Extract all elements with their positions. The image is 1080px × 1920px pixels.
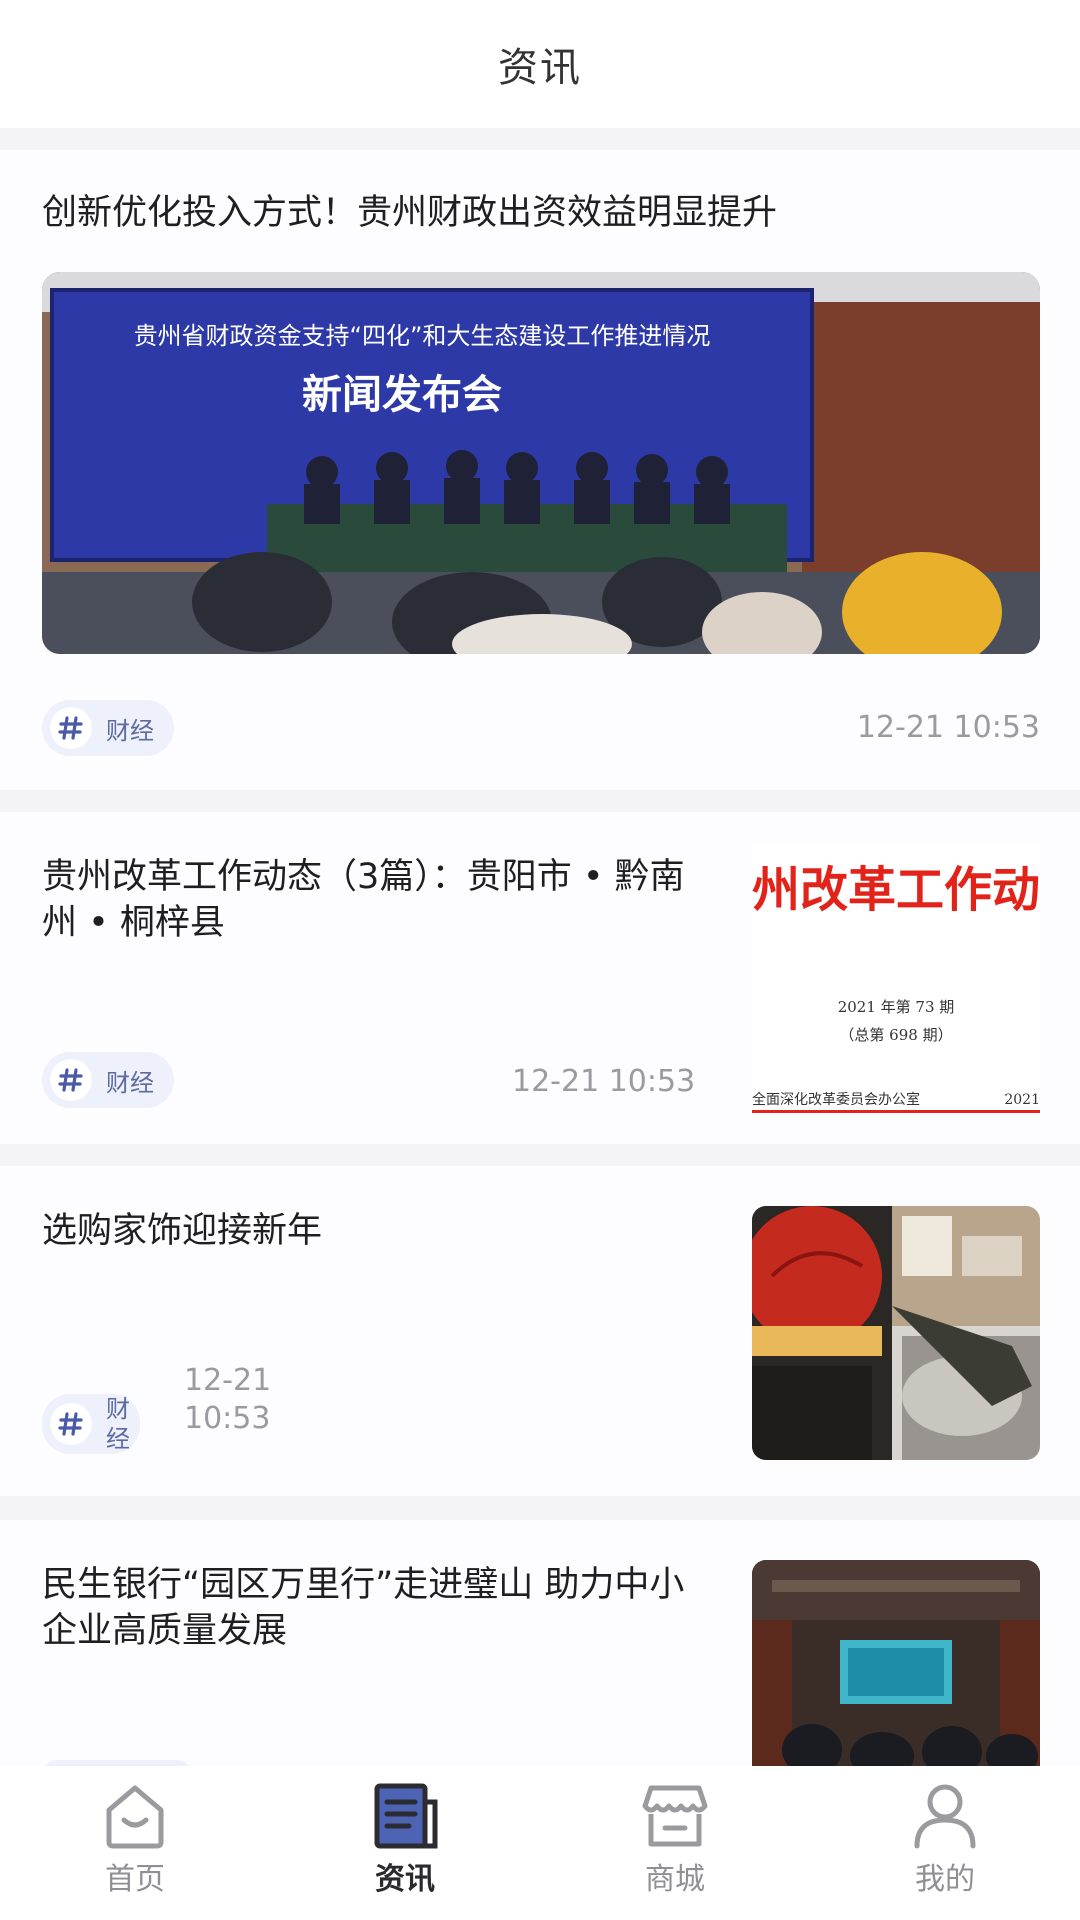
- store-icon: [642, 1785, 708, 1847]
- tab-label: 首页: [105, 1862, 165, 1897]
- svg-text:2021 年第 73 期: 2021 年第 73 期: [838, 998, 955, 1016]
- tab-news[interactable]: 资讯: [270, 1766, 540, 1920]
- article-title[interactable]: 贵州改革工作动态（3篇）：贵阳市 • 黔南州 • 桐梓县: [42, 854, 702, 946]
- category-label: 财经: [106, 716, 154, 745]
- publish-time: 12-21 10:53: [184, 1363, 272, 1436]
- article-image[interactable]: [752, 1560, 1040, 1766]
- tab-label: 我的: [915, 1862, 975, 1897]
- hash-icon: [50, 1059, 92, 1101]
- article-card[interactable]: 民生银行“园区万里行”走进璧山 助力中小企业高质量发展: [0, 1520, 1080, 1766]
- banner-text-2: 新闻发布会: [302, 372, 502, 418]
- tab-store[interactable]: 商城: [540, 1766, 810, 1920]
- category-label: 财经: [106, 1068, 154, 1097]
- category-tag[interactable]: 财经: [42, 700, 174, 756]
- category-tag[interactable]: 财 经: [42, 1394, 140, 1454]
- page-title: 资讯: [498, 45, 582, 91]
- category-tag[interactable]: 财经: [42, 1052, 174, 1108]
- category-label: 财 经: [106, 1395, 130, 1453]
- article-title[interactable]: 民生银行“园区万里行”走进璧山 助力中小企业高质量发展: [42, 1562, 702, 1654]
- publish-time: 12-21 10:53: [512, 1064, 696, 1099]
- svg-text:（总第 698 期）: （总第 698 期）: [839, 1026, 952, 1044]
- tab-profile[interactable]: 我的: [810, 1766, 1080, 1920]
- article-image[interactable]: 贵州省财政资金支持“四化”和大生态建设工作推进情况 新闻发布会: [42, 272, 1040, 654]
- tab-home[interactable]: 首页: [0, 1766, 270, 1920]
- hash-icon: [50, 1403, 92, 1445]
- article-title[interactable]: 创新优化投入方式！贵州财政出资效益明显提升: [42, 190, 1042, 236]
- article-title[interactable]: 选购家饰迎接新年: [42, 1208, 702, 1254]
- article-card[interactable]: 贵州改革工作动态（3篇）：贵阳市 • 黔南州 • 桐梓县 财经 12-21 10…: [0, 812, 1080, 1144]
- tab-label: 资讯: [375, 1862, 435, 1897]
- article-card[interactable]: 创新优化投入方式！贵州财政出资效益明显提升 贵州省财政资金支持“四化”和大生态建…: [0, 150, 1080, 790]
- news-icon: [374, 1783, 438, 1849]
- top-header: 资讯: [0, 0, 1080, 128]
- article-card[interactable]: 选购家饰迎接新年 财 经 12-21 10:53: [0, 1166, 1080, 1496]
- hash-icon: [50, 707, 92, 749]
- article-image[interactable]: 州改革工作动 2021 年第 73 期 （总第 698 期） 全面深化改革委员会…: [752, 842, 1040, 1118]
- article-image[interactable]: [752, 1206, 1040, 1460]
- banner-text-1: 贵州省财政资金支持“四化”和大生态建设工作推进情况: [134, 322, 711, 350]
- svg-text:2021: 2021: [1004, 1092, 1040, 1108]
- tab-label: 商城: [645, 1862, 705, 1897]
- svg-text:全面深化改革委员会办公室: 全面深化改革委员会办公室: [752, 1091, 920, 1108]
- svg-text:州改革工作动: 州改革工作动: [752, 862, 1040, 918]
- publish-time: 12-21 10:53: [856, 710, 1040, 745]
- home-icon: [106, 1785, 164, 1849]
- bottom-tab-bar: 首页 资讯 商城 我的: [0, 1766, 1080, 1920]
- user-icon: [914, 1784, 976, 1849]
